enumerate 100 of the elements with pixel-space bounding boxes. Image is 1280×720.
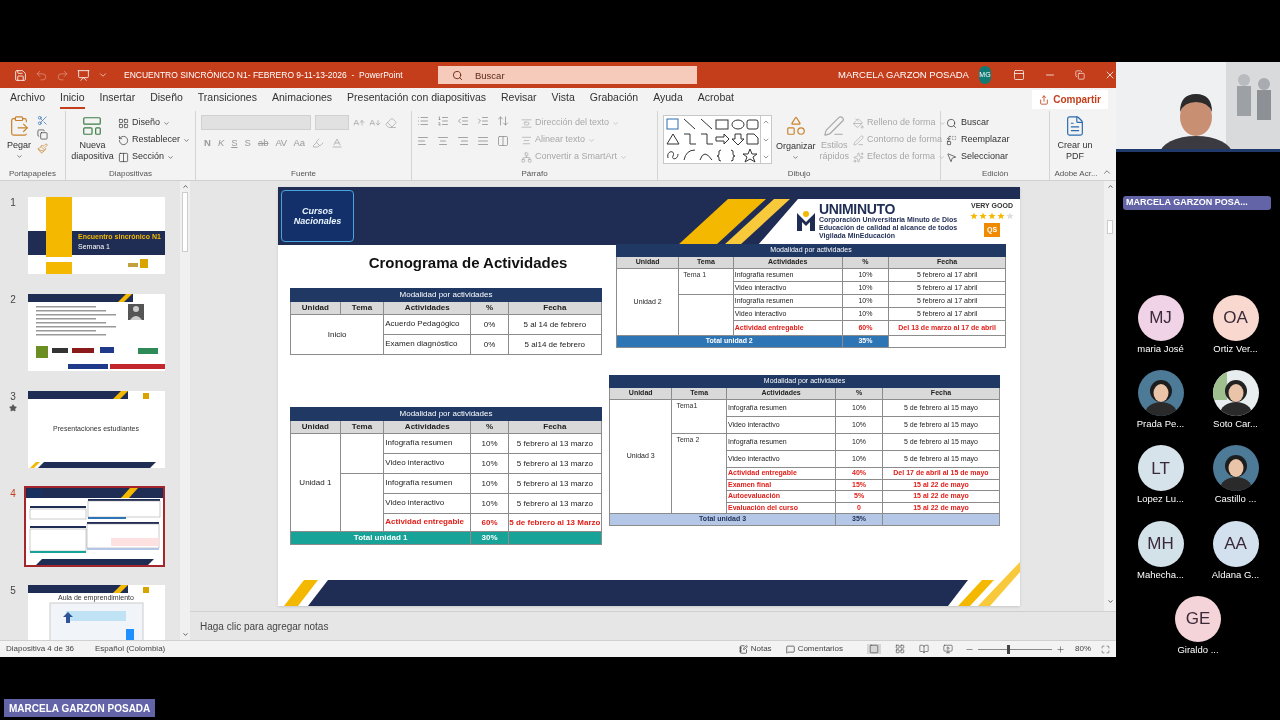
search-field[interactable]: Buscar bbox=[475, 66, 695, 84]
ribbon-tab[interactable]: Diseño bbox=[150, 90, 183, 109]
align-center-icon[interactable] bbox=[437, 135, 449, 147]
comments-button[interactable]: Comentarios bbox=[785, 643, 843, 655]
comments-icon bbox=[785, 644, 795, 654]
date-cell: 5 febrero al 13 marzo bbox=[508, 493, 602, 514]
layout-icon bbox=[117, 117, 129, 129]
reset-icon bbox=[117, 134, 129, 146]
date-cell: 5 al14 de febrero bbox=[508, 334, 602, 355]
screen-share-label: MARCELA GARZON POSADA bbox=[4, 699, 156, 717]
decrease-indent-icon[interactable] bbox=[457, 115, 469, 127]
participant-name: Prada Pe... bbox=[1136, 417, 1185, 431]
arrange-icon bbox=[784, 115, 807, 137]
notes-field[interactable]: Haga clic para agregar notas bbox=[190, 612, 1116, 640]
zoom-level[interactable]: 80% bbox=[1075, 643, 1091, 655]
percent-cell: 10% bbox=[470, 433, 509, 454]
scrollbar[interactable] bbox=[180, 181, 190, 640]
bullets-icon[interactable] bbox=[417, 115, 429, 127]
participant-avatar[interactable]: GE bbox=[1175, 595, 1221, 642]
ribbon-tab[interactable]: Archivo bbox=[10, 90, 45, 109]
scroll-up-icon[interactable] bbox=[762, 118, 770, 126]
zoom-slider[interactable] bbox=[978, 644, 1052, 654]
group-label: Párrafo bbox=[520, 168, 549, 180]
table-header: Modalidad por actividades bbox=[290, 407, 602, 421]
save-icon[interactable] bbox=[14, 68, 27, 82]
activity-cell: Infografía resumen bbox=[383, 433, 471, 454]
create-pdf-button[interactable]: Crear un PDF bbox=[1055, 115, 1095, 162]
fit-slide-icon[interactable] bbox=[1101, 644, 1110, 654]
new-slide-button[interactable]: Nueva diapositiva bbox=[71, 115, 114, 162]
present-icon[interactable] bbox=[77, 68, 90, 82]
grow-font-icon[interactable] bbox=[353, 116, 365, 129]
unit-cell: Unidad 1 bbox=[290, 433, 341, 532]
scroll-down-icon[interactable] bbox=[1106, 598, 1114, 605]
unit-cell: Inicio bbox=[290, 314, 384, 355]
numbering-icon[interactable] bbox=[437, 115, 449, 127]
percent-cell: 0% bbox=[470, 314, 509, 335]
copy-icon[interactable] bbox=[37, 129, 48, 140]
notes-icon bbox=[738, 644, 748, 654]
participant-avatar[interactable]: OA bbox=[1212, 294, 1259, 341]
layout-button[interactable]: Diseño bbox=[117, 115, 190, 131]
participant-avatar[interactable]: LT bbox=[1137, 445, 1184, 492]
slideshow-icon[interactable] bbox=[943, 644, 953, 654]
cut-icon[interactable] bbox=[37, 115, 48, 126]
ribbon-tab[interactable]: Ayuda bbox=[653, 90, 683, 109]
increase-indent-icon[interactable] bbox=[477, 115, 489, 127]
scrollbar[interactable] bbox=[1104, 181, 1116, 611]
scroll-thumb[interactable] bbox=[1107, 220, 1113, 234]
scroll-up-icon[interactable] bbox=[1106, 183, 1114, 190]
justify-icon[interactable] bbox=[477, 135, 489, 147]
reading-view-icon[interactable] bbox=[919, 644, 929, 654]
ribbon-tab[interactable]: Transiciones bbox=[197, 90, 257, 109]
more-icon[interactable] bbox=[762, 153, 770, 161]
ribbon-tab[interactable]: Inicio bbox=[60, 90, 85, 109]
zoom-thumb[interactable] bbox=[1006, 644, 1010, 654]
line-spacing-icon[interactable] bbox=[497, 115, 509, 127]
ribbon-display-icon[interactable] bbox=[1013, 69, 1025, 81]
shape-effects-icon bbox=[853, 151, 865, 163]
scroll-down-icon[interactable] bbox=[181, 631, 189, 638]
ribbon-tab[interactable]: Vista bbox=[551, 90, 575, 109]
ribbon-tab[interactable]: Revisar bbox=[501, 90, 537, 109]
paste-button[interactable]: Pegar bbox=[5, 115, 33, 160]
slide-sorter-icon[interactable] bbox=[895, 644, 905, 654]
columns-icon[interactable] bbox=[497, 135, 509, 147]
highlighter-icon[interactable] bbox=[312, 137, 325, 150]
ribbon-tab[interactable]: Animaciones bbox=[271, 90, 333, 109]
language-label[interactable]: Español (Colombia) bbox=[95, 643, 166, 655]
participant-avatar[interactable]: MJ bbox=[1137, 294, 1184, 341]
align-left-icon[interactable] bbox=[417, 135, 429, 147]
search-box[interactable]: Buscar bbox=[438, 66, 697, 84]
ribbon-tab[interactable]: Presentación con diapositivas bbox=[347, 90, 486, 109]
shrink-font-icon[interactable] bbox=[369, 116, 381, 129]
scroll-thumb[interactable] bbox=[182, 192, 188, 252]
format-painter-icon[interactable] bbox=[37, 143, 48, 154]
restore-icon[interactable] bbox=[1075, 70, 1085, 80]
section-button[interactable]: Sección bbox=[117, 149, 190, 165]
font-size-field[interactable] bbox=[315, 115, 349, 130]
close-icon[interactable] bbox=[1104, 69, 1116, 81]
caret-icon bbox=[588, 136, 596, 144]
participant-avatar[interactable]: AA bbox=[1212, 520, 1259, 567]
font-name-field[interactable] bbox=[201, 115, 311, 130]
clear-format-icon[interactable] bbox=[385, 116, 397, 129]
ribbon-tab[interactable]: Insertar bbox=[99, 90, 136, 109]
align-right-icon[interactable] bbox=[457, 135, 469, 147]
scroll-up-icon[interactable] bbox=[181, 183, 189, 190]
slide[interactable] bbox=[278, 187, 1020, 606]
collapse-ribbon-icon[interactable] bbox=[1102, 167, 1112, 177]
normal-view-icon[interactable] bbox=[869, 644, 879, 654]
notes-button[interactable]: Notas bbox=[738, 643, 772, 655]
share-button[interactable]: Compartir bbox=[1032, 90, 1108, 109]
shapes-gallery[interactable] bbox=[663, 115, 772, 164]
zoom-in-icon[interactable] bbox=[1056, 644, 1065, 654]
font-color-icon[interactable] bbox=[331, 137, 344, 150]
participant-avatar[interactable]: MH bbox=[1137, 520, 1184, 567]
ribbon-tab[interactable]: Acrobat bbox=[697, 90, 734, 109]
reset-button[interactable]: Restablecer bbox=[117, 132, 190, 148]
customize-icon[interactable] bbox=[98, 70, 108, 80]
ribbon-tab[interactable]: Grabación bbox=[589, 90, 639, 109]
slide-number: 5 bbox=[10, 584, 16, 598]
arrange-button[interactable]: Organizar bbox=[776, 115, 816, 161]
shape-fill-icon bbox=[853, 117, 865, 129]
